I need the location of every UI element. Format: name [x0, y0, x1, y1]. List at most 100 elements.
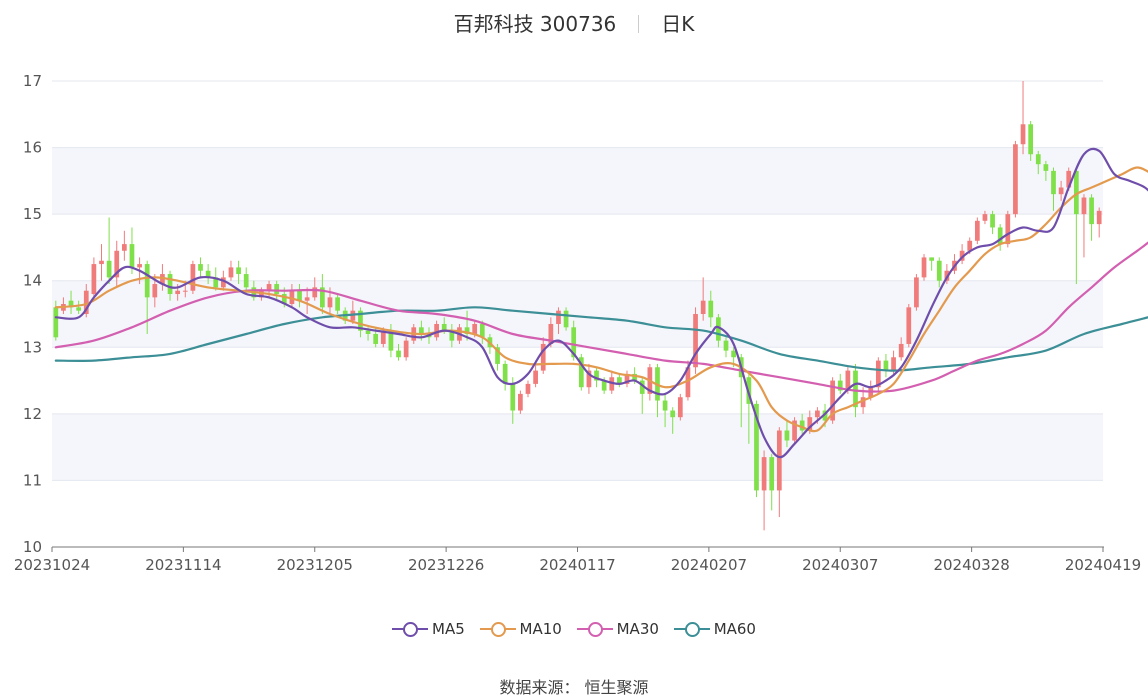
x-tick-label: 20231205	[277, 556, 353, 574]
legend-marker-ma5	[392, 620, 428, 638]
candle-body	[662, 400, 668, 411]
candle-body	[731, 350, 736, 358]
candle-body	[1013, 144, 1018, 215]
candle-body	[936, 260, 942, 281]
candle-body	[167, 274, 173, 295]
y-tick-label: 15	[23, 205, 42, 223]
y-tick-label: 17	[23, 72, 42, 90]
candle-body	[144, 264, 150, 298]
legend-item-ma60[interactable]: MA60	[673, 620, 756, 638]
candle-body	[914, 277, 919, 308]
legend-marker-ma60	[673, 620, 710, 638]
x-tick-label: 20240328	[933, 556, 1009, 574]
candle-body	[335, 297, 340, 311]
candle-body	[472, 323, 478, 334]
legend-circle	[490, 622, 506, 637]
candle-body	[510, 383, 516, 411]
candle-body	[99, 260, 104, 265]
legend-label-ma5: MA5	[432, 620, 465, 638]
x-tick-label: 20240207	[671, 556, 747, 574]
candle-body	[502, 363, 508, 384]
candle-body	[1081, 197, 1087, 215]
y-tick-label: 13	[23, 338, 42, 356]
candle-body	[365, 330, 371, 334]
x-tick-label: 20231226	[408, 556, 484, 574]
y-tick-label: 12	[23, 405, 42, 423]
candle-body	[1058, 187, 1064, 195]
candle-body	[76, 307, 82, 311]
candle-body	[556, 310, 561, 324]
y-tick-label: 11	[23, 471, 42, 489]
candle-body	[518, 393, 523, 411]
candle-body	[723, 340, 729, 351]
y-tick-label: 16	[23, 139, 42, 157]
legend-item-ma30[interactable]: MA30	[576, 620, 659, 638]
candle-body	[776, 430, 782, 491]
candlestick-chart: 10 11 12 13 14 15 16 17 20231024 20231114 20231205…	[14, 72, 1148, 574]
candle-body	[929, 257, 935, 261]
x-tick-label: 20240307	[802, 556, 878, 574]
candle-body	[274, 284, 280, 295]
candle-body	[974, 220, 980, 241]
chart-legend: MA5 MA10 MA30 MA60	[0, 620, 1148, 642]
candle-body	[152, 284, 158, 298]
candle-body	[1020, 124, 1026, 145]
candle-body	[396, 350, 401, 358]
candle-body	[853, 370, 858, 408]
legend-item-ma5[interactable]: MA5	[392, 620, 465, 638]
candle-body	[815, 410, 820, 418]
x-tick-label: 20231114	[145, 556, 221, 574]
candle-body	[403, 340, 409, 358]
candle-body	[769, 457, 775, 491]
candle-body	[708, 300, 714, 318]
candle-body	[784, 430, 790, 441]
grid-band	[52, 147, 1103, 215]
y-tick-label: 14	[23, 272, 42, 290]
candle-body	[53, 307, 59, 338]
candle-body	[921, 257, 927, 278]
x-tick-label: 20240117	[539, 556, 615, 574]
x-tick-label: 20231024	[14, 556, 90, 574]
candle-body	[906, 307, 912, 344]
candle-body	[563, 310, 569, 328]
candle-body	[525, 383, 531, 394]
candle-body	[243, 274, 249, 288]
legend-circle	[587, 622, 603, 637]
candle-body	[670, 410, 676, 418]
candle-body	[1089, 197, 1094, 225]
legend-label-ma10: MA10	[519, 620, 562, 638]
legend-circle	[684, 622, 700, 637]
candle-body	[700, 300, 706, 314]
candle-body	[182, 290, 188, 292]
candle-body	[1051, 170, 1056, 195]
grid-band	[52, 280, 1103, 348]
candle-body	[883, 360, 889, 371]
legend-marker-ma30	[576, 620, 613, 638]
legend-item-ma10[interactable]: MA10	[479, 620, 562, 638]
candle-body	[175, 290, 181, 295]
candle-body	[533, 370, 538, 384]
candle-body	[1096, 210, 1102, 225]
candle-body	[236, 267, 241, 275]
legend-circle	[403, 622, 418, 637]
candle-body	[327, 297, 333, 308]
candle-body	[304, 297, 310, 301]
candle-body	[198, 264, 203, 271]
candle-body	[1035, 154, 1041, 165]
candle-body	[373, 333, 379, 344]
candle-body	[312, 287, 318, 298]
y-tick-label: 10	[23, 538, 42, 556]
data-source: 数据来源： 恒生聚源	[499, 678, 649, 697]
candle-body	[190, 264, 196, 291]
candle-body	[1043, 164, 1049, 171]
candle-body	[106, 260, 112, 278]
candle-body	[228, 267, 234, 278]
candle-body	[91, 264, 97, 295]
candle-body	[898, 343, 904, 358]
candle-body	[1005, 214, 1011, 245]
candle-body	[761, 457, 767, 491]
legend-label-ma60: MA60	[713, 620, 756, 638]
x-tick-label: 20240419	[1065, 556, 1141, 574]
candle-body	[990, 214, 995, 228]
candle-body	[137, 264, 142, 268]
